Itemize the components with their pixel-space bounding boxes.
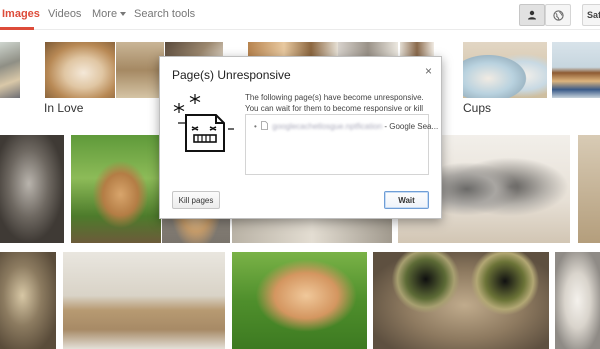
cat-image[interactable] [552,42,600,98]
cat-image[interactable] [373,252,549,349]
cat-image[interactable] [0,42,20,98]
frozen-page-icon [173,94,234,152]
page-url: googlecachetlosgue.nptfication [272,122,383,131]
cat-image[interactable] [63,252,225,349]
cat-image[interactable] [232,219,392,243]
unresponsive-page-list: • googlecachetlosgue.nptfication - Googl… [245,114,438,175]
cat-image[interactable] [463,42,547,98]
page-title: - Google Sea... [382,122,439,131]
safesearch-button[interactable]: Safe [582,4,600,26]
browser-page: Images Videos More Search tools Safe In … [0,0,600,349]
cat-image[interactable] [232,252,367,349]
cat-image[interactable] [45,42,115,98]
chevron-down-icon [120,12,127,17]
cat-image[interactable] [0,135,64,243]
cat-image[interactable] [0,252,56,349]
person-icon [528,10,536,20]
unresponsive-pages-dialog: Page(s) Unresponsive × The following pag… [159,56,442,219]
close-icon[interactable]: × [425,64,432,78]
active-tab-underline [0,27,34,30]
cat-image[interactable] [248,42,338,56]
category-label-in-love[interactable]: In Love [44,101,83,115]
cat-image[interactable] [116,42,164,98]
search-nav-bar: Images Videos More Search tools Safe [0,0,600,30]
page-bullet-icon: • [254,122,257,131]
tab-images[interactable]: Images [2,8,40,20]
cat-image[interactable] [338,42,398,56]
cat-image[interactable] [578,135,600,243]
page-icon [261,121,268,130]
dialog-title: Page(s) Unresponsive [172,68,291,82]
tab-search-tools[interactable]: Search tools [134,8,195,20]
kill-pages-button[interactable]: Kill pages [172,191,220,209]
cat-image[interactable] [400,42,434,56]
wait-button[interactable]: Wait [384,191,429,209]
global-results-button[interactable] [545,4,571,26]
tab-more[interactable]: More [92,8,127,20]
list-item[interactable]: • googlecachetlosgue.nptfication - Googl… [254,121,438,131]
snowflake-icon [189,94,201,104]
snowflake-icon [173,103,185,113]
cat-image[interactable] [71,135,161,243]
tab-videos[interactable]: Videos [48,8,81,20]
tab-more-label: More [92,8,118,20]
globe-icon [552,9,564,21]
cat-image[interactable] [555,252,600,349]
category-label-cups[interactable]: Cups [463,101,491,115]
personal-results-button[interactable] [519,4,545,26]
